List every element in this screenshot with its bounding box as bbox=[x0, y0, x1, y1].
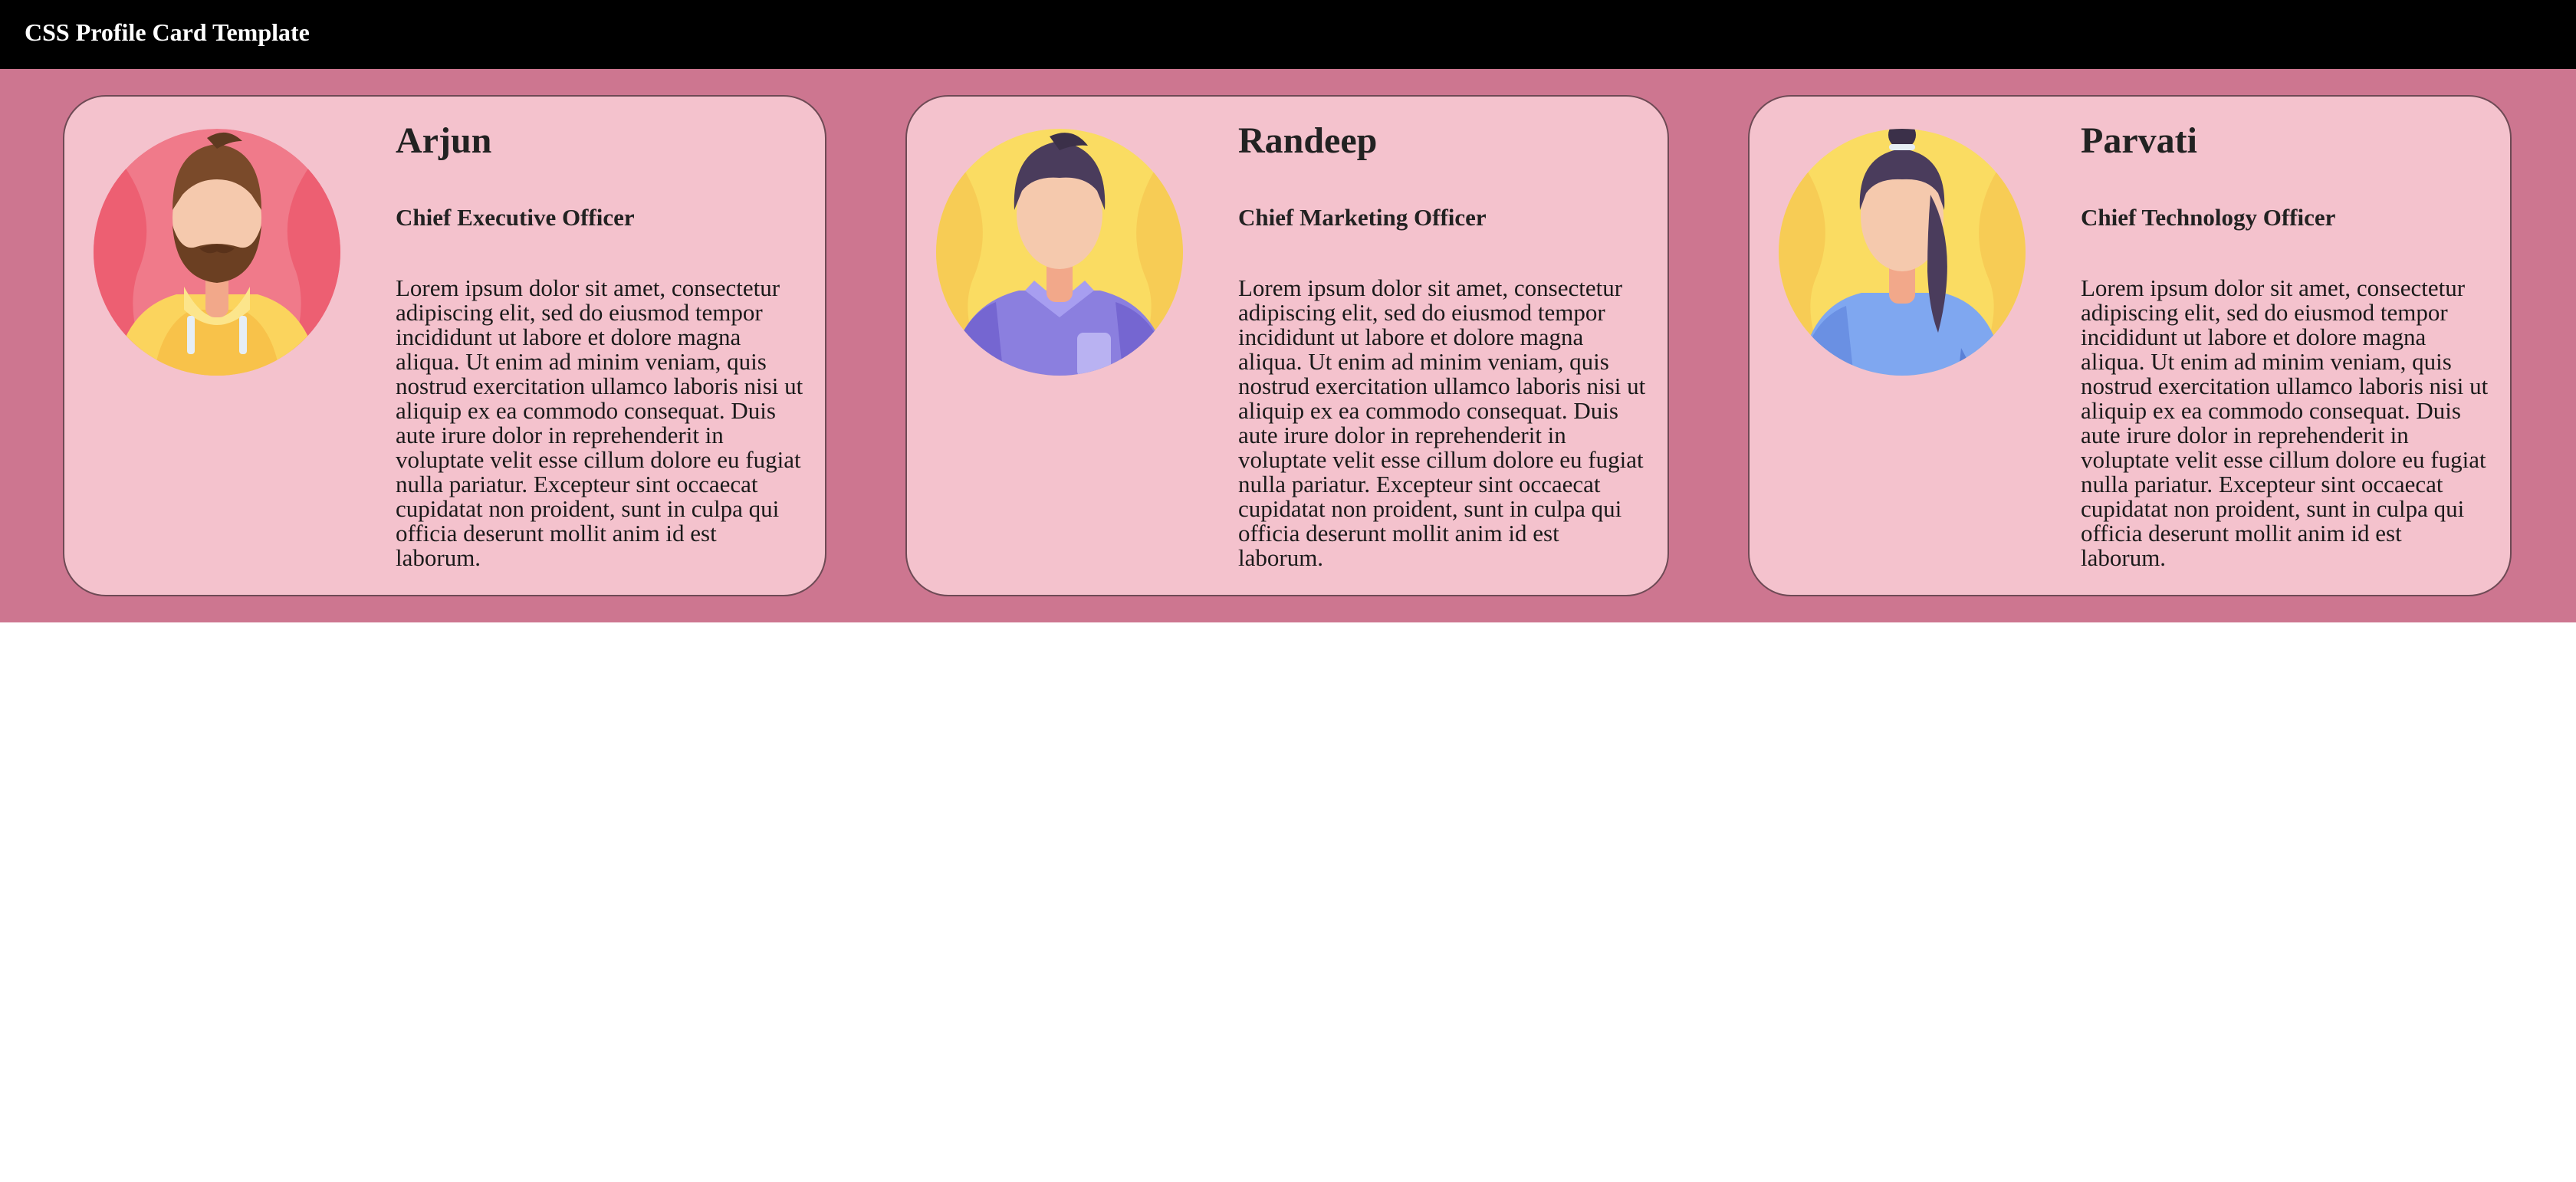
profile-card-parvati: Parvati Chief Technology Officer Lorem i… bbox=[1748, 95, 2512, 596]
top-header: CSS Profile Card Template bbox=[0, 0, 2576, 69]
page-title: CSS Profile Card Template bbox=[25, 18, 310, 46]
profile-name: Arjun bbox=[396, 120, 492, 161]
woman-ponytail-avatar-icon bbox=[1777, 118, 2027, 377]
profile-bio: Lorem ipsum dolor sit amet, consectetur … bbox=[1238, 274, 1646, 571]
profile-card-arjun: Arjun Chief Executive Officer Lorem ipsu… bbox=[63, 95, 826, 596]
profile-name: Randeep bbox=[1238, 120, 1378, 161]
profile-card-randeep: Randeep Chief Marketing Officer Lorem ip… bbox=[905, 95, 1669, 596]
profile-bio: Lorem ipsum dolor sit amet, consectetur … bbox=[2081, 274, 2489, 571]
profile-role: Chief Technology Officer bbox=[2081, 204, 2336, 231]
profile-role: Chief Executive Officer bbox=[396, 204, 635, 231]
profile-name: Parvati bbox=[2081, 120, 2197, 161]
bearded-man-avatar-icon bbox=[92, 118, 342, 377]
man-shirt-avatar-icon bbox=[935, 118, 1184, 377]
profile-bio: Lorem ipsum dolor sit amet, consectetur … bbox=[396, 274, 803, 571]
profile-role: Chief Marketing Officer bbox=[1238, 204, 1487, 231]
